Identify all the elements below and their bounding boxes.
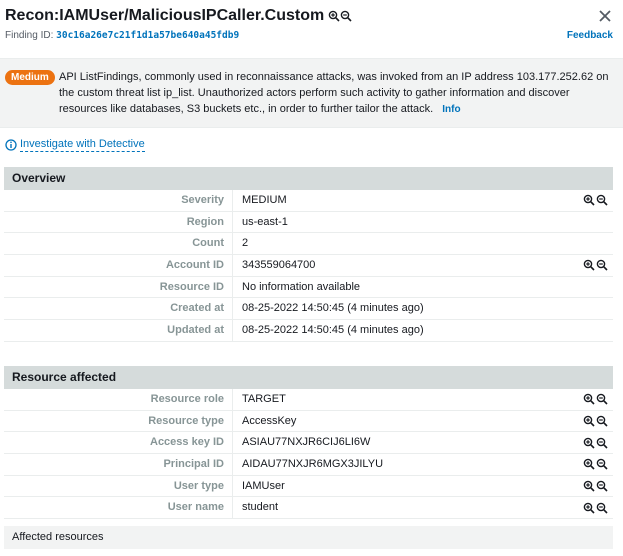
filter-actions [583, 437, 613, 449]
zoom-out-icon[interactable] [596, 437, 608, 449]
filter-actions [583, 194, 613, 206]
investigate-link-text[interactable]: Investigate with Detective [20, 138, 145, 152]
filter-actions [583, 458, 613, 470]
zoom-out-icon[interactable] [596, 194, 608, 206]
zoom-in-icon[interactable] [583, 437, 595, 449]
finding-id-label: Finding ID: [5, 30, 54, 41]
detail-value: 2 [242, 237, 249, 250]
description-text: API ListFindings, commonly used in recon… [59, 71, 609, 115]
detail-value: IAMUser [242, 479, 285, 492]
close-icon[interactable] [597, 8, 613, 24]
filter-actions [583, 393, 613, 405]
zoom-out-icon[interactable] [596, 415, 608, 427]
overview-section: Overview Severity MEDIUM Region us-east-1 Co… [4, 167, 613, 342]
detail-row: Access key ID ASIAU77NXJR6CIJ6LI6W [4, 432, 613, 455]
detail-row: Created at 08-25-2022 14:50:45 (4 minutes… [4, 298, 613, 321]
feedback-link[interactable]: Feedback [567, 30, 613, 41]
detail-value: MEDIUM [242, 193, 287, 206]
zoom-in-icon[interactable] [583, 502, 595, 514]
detail-row: Resource type AccessKey [4, 410, 613, 433]
detail-label: Region [4, 211, 233, 233]
filter-actions [583, 480, 613, 492]
detail-row: Account ID 343559064700 [4, 255, 613, 277]
detail-row: Count 2 [4, 233, 613, 256]
zoom-out-icon[interactable] [596, 458, 608, 470]
zoom-out-icon[interactable] [340, 10, 352, 22]
severity-badge: Medium [5, 70, 55, 85]
finding-summary: Medium API ListFindings, commonly used i… [0, 58, 623, 128]
detail-label: Resource type [4, 410, 233, 432]
filter-actions [583, 259, 613, 271]
zoom-in-icon[interactable] [583, 259, 595, 271]
detail-value: student [242, 501, 279, 514]
detail-value: TARGET [242, 392, 286, 405]
filter-actions [583, 502, 613, 514]
detail-value: 343559064700 [242, 258, 316, 271]
investigate-with-detective[interactable]: Investigate with Detective [5, 138, 145, 152]
overview-rows: Severity MEDIUM Region us-east-1 Count 2 Accou… [4, 190, 613, 342]
detail-value: us-east-1 [242, 215, 288, 228]
detail-label: Resource ID [4, 276, 233, 298]
affected-resources-header[interactable]: Affected resources [4, 526, 613, 549]
detail-value: 08-25-2022 14:50:45 (4 minutes ago) [242, 323, 424, 336]
zoom-in-icon[interactable] [328, 10, 340, 22]
detail-label: Created at [4, 298, 233, 320]
finding-id: Finding ID: 30c16a26e7c21f1d1a57be640a45… [5, 30, 239, 41]
detail-row: Principal ID AIDAU77NXJR6MGX3JILYU [4, 454, 613, 476]
detail-value: 08-25-2022 14:50:45 (4 minutes ago) [242, 302, 424, 315]
zoom-in-icon[interactable] [583, 458, 595, 470]
overview-header: Overview [4, 167, 613, 190]
finding-header: Recon:IAMUser/MaliciousIPCaller.Custom F… [0, 0, 623, 58]
detail-label: Account ID [4, 255, 233, 276]
detail-label: Updated at [4, 320, 233, 341]
title-filter-actions [328, 10, 352, 22]
finding-title: Recon:IAMUser/MaliciousIPCaller.Custom [5, 7, 325, 24]
zoom-out-icon[interactable] [596, 480, 608, 492]
detail-label: Resource role [4, 389, 233, 410]
zoom-out-icon[interactable] [596, 393, 608, 405]
finding-description: API ListFindings, commonly used in recon… [59, 69, 617, 118]
detail-row: Region us-east-1 [4, 211, 613, 234]
zoom-out-icon[interactable] [596, 259, 608, 271]
detail-value: No information available [242, 280, 361, 293]
detail-row: Resource role TARGET [4, 389, 613, 411]
zoom-out-icon[interactable] [596, 502, 608, 514]
info-icon [5, 139, 17, 151]
detail-label: Principal ID [4, 454, 233, 475]
detail-row: Severity MEDIUM [4, 190, 613, 212]
detail-row: Updated at 08-25-2022 14:50:45 (4 minutes… [4, 320, 613, 342]
detail-row: User name student [4, 497, 613, 520]
detail-value: AIDAU77NXJR6MGX3JILYU [242, 457, 384, 470]
detail-label: User type [4, 475, 233, 497]
info-link[interactable]: Info [442, 104, 460, 115]
zoom-in-icon[interactable] [583, 194, 595, 206]
resource-rows: Resource role TARGET Resource type AccessKe… [4, 389, 613, 520]
zoom-in-icon[interactable] [583, 415, 595, 427]
filter-actions [583, 415, 613, 427]
detail-row: User type IAMUser [4, 475, 613, 498]
zoom-in-icon[interactable] [583, 480, 595, 492]
detail-label: User name [4, 497, 233, 519]
detail-label: Severity [4, 190, 233, 211]
detail-row: Resource ID No information available [4, 276, 613, 299]
resource-affected-section: Resource affected Resource role TARGET Res… [4, 366, 613, 520]
finding-id-value[interactable]: 30c16a26e7c21f1d1a57be640a45fdb9 [56, 30, 239, 41]
title-row: Recon:IAMUser/MaliciousIPCaller.Custom [5, 7, 352, 25]
detail-value: AccessKey [242, 414, 297, 427]
detail-value: ASIAU77NXJR6CIJ6LI6W [242, 436, 371, 449]
resource-affected-header: Resource affected [4, 366, 613, 389]
zoom-in-icon[interactable] [583, 393, 595, 405]
detail-label: Count [4, 233, 233, 255]
detail-label: Access key ID [4, 432, 233, 454]
